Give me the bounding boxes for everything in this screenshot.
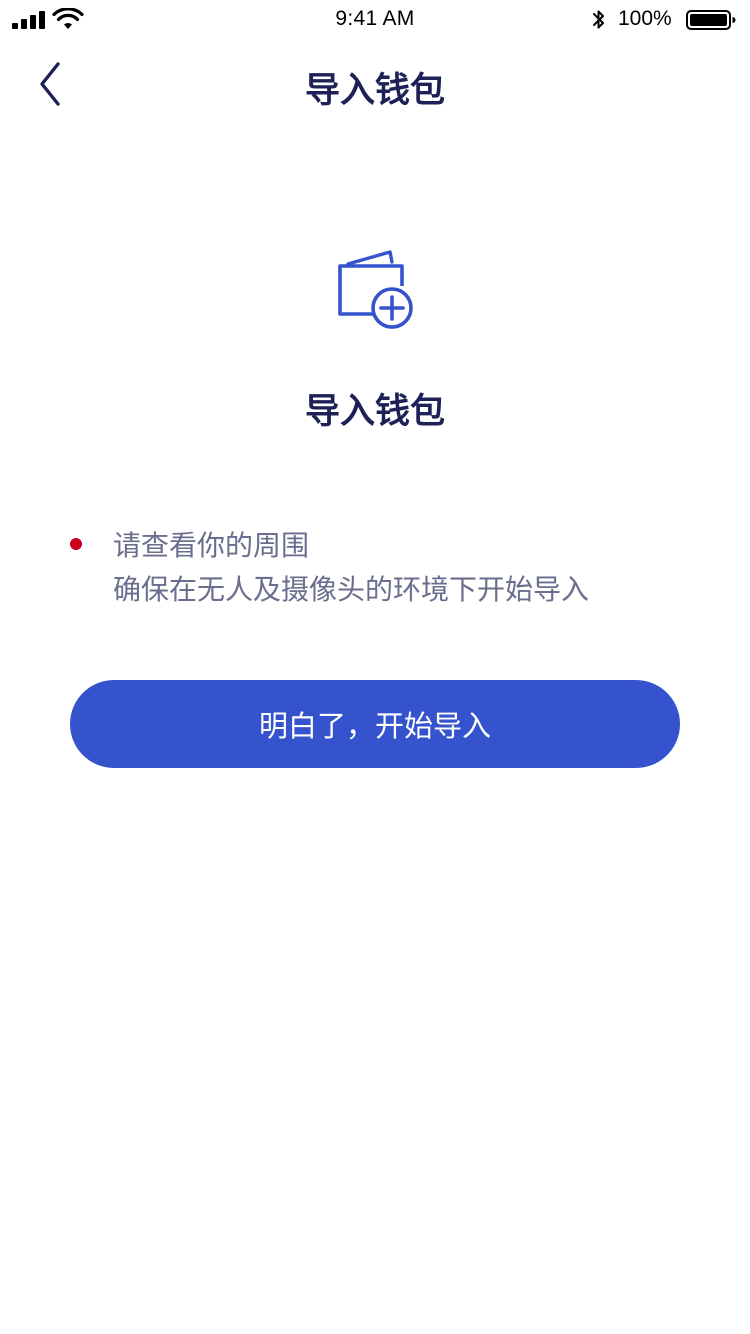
hero-title: 导入钱包 bbox=[304, 392, 445, 432]
notice-line-2: 确保在无人及摄像头的环境下开始导入 bbox=[113, 573, 590, 606]
battery-percent: 100% bbox=[618, 7, 672, 30]
wallet-add-icon bbox=[338, 250, 413, 329]
bullet-dot bbox=[70, 538, 82, 550]
status-bar: 9:41 AM 100% bbox=[0, 0, 750, 40]
start-import-button[interactable]: 明白了，开始导入 bbox=[70, 680, 680, 768]
page-title: 导入钱包 bbox=[304, 71, 445, 111]
notice-line-1: 请查看你的周围 bbox=[113, 529, 310, 562]
bluetooth-icon bbox=[593, 10, 604, 29]
battery-icon bbox=[686, 10, 736, 30]
